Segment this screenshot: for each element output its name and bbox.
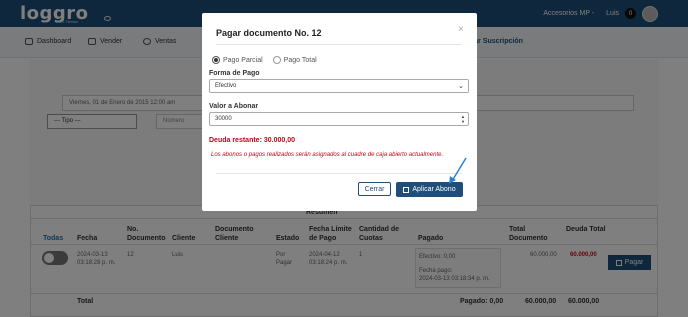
pointer-arrow-icon (449, 157, 467, 184)
pagar-documento-modal: Pagar documento No. 12 × Pago Parcial Pa… (202, 13, 477, 211)
